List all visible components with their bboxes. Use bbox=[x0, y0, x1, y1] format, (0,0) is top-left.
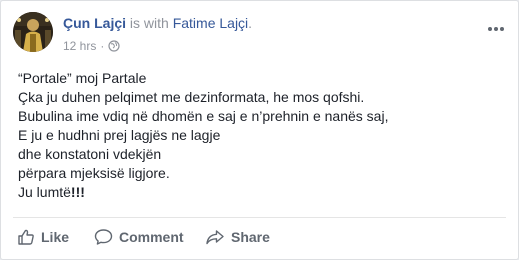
post-body: “Portale” moj Partale Çka ju duhen pelqi… bbox=[18, 69, 388, 202]
meta-separator: · bbox=[100, 39, 105, 53]
post-header: Çun Lajçi is with Fatime Lajçi. bbox=[63, 15, 252, 31]
avatar[interactable] bbox=[13, 12, 53, 52]
share-button[interactable]: Share bbox=[205, 225, 270, 249]
post-line: Çka ju duhen pelqimet me dezinformata, h… bbox=[18, 89, 365, 105]
timestamp[interactable]: 12 hrs bbox=[63, 39, 96, 53]
post-meta: 12 hrs · bbox=[63, 39, 120, 53]
post-line: dhe konstatoni vdekjën bbox=[18, 146, 162, 162]
share-arrow-icon bbox=[206, 230, 224, 245]
tagged-user[interactable]: Fatime Lajçi bbox=[173, 15, 248, 31]
post-line: përpara mjeksisë ligjore. bbox=[18, 165, 170, 181]
comment-bubble-icon bbox=[94, 229, 113, 245]
like-label: Like bbox=[41, 229, 70, 245]
share-label: Share bbox=[231, 229, 270, 245]
author-name[interactable]: Çun Lajçi bbox=[63, 15, 126, 31]
post-line: E ju e hudhni prej lagjës ne lagje bbox=[18, 127, 221, 143]
action-bar: Like Comment Share bbox=[1, 225, 518, 249]
comment-label: Comment bbox=[119, 229, 184, 245]
more-horizontal-icon[interactable] bbox=[488, 19, 504, 31]
last-line-exclaim: !!! bbox=[70, 184, 85, 200]
tagged-suffix: . bbox=[248, 15, 253, 31]
thumbs-up-icon bbox=[18, 229, 34, 245]
globe-icon[interactable] bbox=[108, 40, 120, 52]
like-button[interactable]: Like bbox=[17, 225, 69, 249]
post-line-last: Ju lumtë!!! bbox=[18, 183, 388, 202]
divider bbox=[13, 217, 506, 218]
comment-button[interactable]: Comment bbox=[94, 225, 184, 249]
post-line: “Portale” moj Partale bbox=[18, 70, 147, 86]
post-line: Bubulina ime vdiq në dhomën e saj e n’pr… bbox=[18, 108, 389, 124]
last-line-text: Ju lumtë bbox=[18, 184, 71, 200]
with-text: is with bbox=[129, 15, 169, 31]
avatar-image bbox=[13, 12, 53, 52]
post-card: Çun Lajçi is with Fatime Lajçi. 12 hrs ·… bbox=[0, 0, 519, 260]
